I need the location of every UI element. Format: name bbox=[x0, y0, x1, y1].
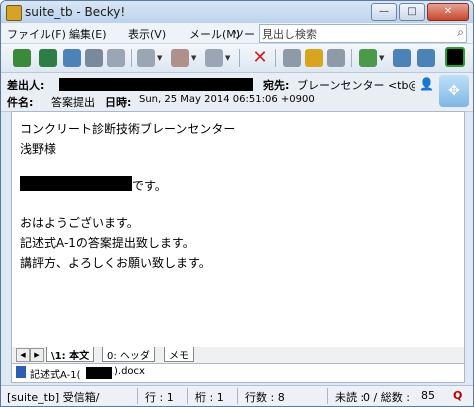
receive-icon[interactable] bbox=[63, 49, 81, 67]
minimize-button[interactable]: — bbox=[371, 3, 397, 21]
toolbar-separator bbox=[131, 49, 132, 67]
becky-app-icon bbox=[6, 5, 22, 21]
menu-tools[interactable]: ツー bbox=[233, 26, 255, 42]
delete-icon[interactable]: ✕ bbox=[251, 49, 269, 67]
redirect-icon[interactable] bbox=[205, 49, 223, 67]
status-lines-count: 行数 : 8 bbox=[245, 391, 285, 404]
print-icon[interactable] bbox=[85, 49, 103, 67]
check-mail-icon[interactable] bbox=[13, 49, 31, 67]
search-box[interactable]: 見出し検索 ⌕ bbox=[259, 24, 467, 43]
status-separator bbox=[137, 388, 138, 404]
redacted-name bbox=[20, 176, 132, 191]
status-bar: [suite_tb] 受信箱/ 行 : 1 桁 : 1 行数 : 8 未読 : … bbox=[1, 385, 473, 406]
menu-view[interactable]: 表示(V) bbox=[128, 26, 166, 42]
status-line: 行 : 1 bbox=[145, 391, 174, 404]
message-header: 差出人: 宛先: ブレーンセンター <tb@brain-c 👤 件名: 答案提出… bbox=[1, 73, 473, 112]
filter-icon[interactable] bbox=[327, 49, 345, 67]
status-separator bbox=[187, 388, 188, 404]
body-line: です。 bbox=[132, 179, 167, 193]
to-label: 宛先: bbox=[263, 79, 290, 92]
close-button[interactable]: ✕ bbox=[427, 3, 469, 21]
reply-dropdown-icon[interactable]: ▼ bbox=[157, 54, 162, 62]
status-q-icon[interactable]: Q bbox=[453, 389, 462, 402]
plugin-icon[interactable] bbox=[359, 49, 377, 67]
plugin-dropdown-icon[interactable]: ▼ bbox=[379, 54, 384, 62]
status-separator bbox=[327, 388, 328, 404]
add-contact-icon[interactable]: 👤 bbox=[419, 77, 434, 91]
body-line: 講評方、よろしくお願い致します。 bbox=[20, 256, 211, 270]
body-line: おはようございます。 bbox=[20, 216, 139, 230]
forward-icon[interactable] bbox=[171, 49, 189, 67]
redirect-dropdown-icon[interactable]: ▼ bbox=[225, 54, 230, 62]
network-icon[interactable] bbox=[417, 49, 435, 67]
subject-value: 答案提出 bbox=[51, 96, 95, 109]
attachment-suffix[interactable]: ).docx bbox=[114, 366, 145, 377]
attachment-prefix[interactable]: 記述式A-1( bbox=[30, 366, 81, 381]
status-unread-label: 未読 : bbox=[335, 391, 365, 404]
view-tabs: ◀ ▶ \1: 本文 0: ヘッダ メモ bbox=[11, 347, 465, 364]
from-label: 差出人: bbox=[7, 79, 45, 92]
edit-icon[interactable] bbox=[305, 49, 323, 67]
title-bar[interactable]: suite_tb - Becky! — □ ✕ bbox=[1, 1, 473, 23]
tab-header[interactable]: 0: ヘッダ bbox=[102, 347, 155, 362]
date-label: 日時: bbox=[105, 96, 132, 109]
search-input[interactable]: 見出し検索 bbox=[262, 26, 317, 42]
to-value: ブレーンセンター <tb@brain-c bbox=[297, 79, 415, 92]
compose-icon[interactable] bbox=[107, 49, 125, 67]
body-line: 浅野様 bbox=[20, 142, 57, 156]
menu-edit[interactable]: 編集(E) bbox=[69, 26, 107, 42]
window-title: suite_tb - Becky! bbox=[25, 5, 126, 19]
status-separator bbox=[237, 388, 238, 404]
main-window: suite_tb - Becky! — □ ✕ ファイル(F) 編集(E) 表示… bbox=[0, 0, 474, 407]
header-toggle-icon[interactable]: ✥ bbox=[439, 75, 469, 107]
search-icon[interactable]: ⌕ bbox=[457, 25, 464, 40]
toolbar-separator bbox=[239, 49, 240, 67]
toolbar-separator bbox=[275, 49, 276, 67]
toolbar: ▼ ▼ ▼ ✕ ▼ bbox=[1, 44, 473, 73]
tab-memo[interactable]: メモ bbox=[164, 347, 194, 362]
attachment-redacted bbox=[86, 367, 112, 379]
status-total: 85 bbox=[421, 389, 435, 402]
menu-bar: ファイル(F) 編集(E) 表示(V) メール(M) ツー 見出し検索 ⌕ bbox=[1, 23, 473, 44]
date-value: Sun, 25 May 2014 06:51:06 +0900 bbox=[139, 94, 315, 105]
body-line: コンクリート診断技術ブレーンセンター bbox=[20, 122, 236, 136]
maximize-button[interactable]: □ bbox=[399, 3, 425, 21]
word-doc-icon bbox=[16, 366, 26, 378]
tab-body[interactable]: \1: 本文 bbox=[46, 347, 95, 362]
toolbar-separator bbox=[351, 49, 352, 67]
address-book-icon[interactable] bbox=[283, 49, 301, 67]
from-redacted bbox=[59, 78, 253, 91]
attachment-bar: 記述式A-1( ).docx bbox=[11, 363, 465, 383]
status-icon[interactable] bbox=[445, 47, 465, 67]
tab-next-icon[interactable]: ▶ bbox=[30, 348, 44, 362]
reply-icon[interactable] bbox=[137, 49, 155, 67]
status-col: 桁 : 1 bbox=[195, 391, 224, 404]
message-body[interactable]: コンクリート診断技術ブレーンセンター 浅野様 です。 おはようございます。 記述… bbox=[11, 111, 465, 349]
tools-icon[interactable] bbox=[393, 49, 411, 67]
body-line: 記述式A-1の答案提出致します。 bbox=[20, 236, 195, 250]
status-unread-value: 0 / 総数 : bbox=[363, 391, 410, 404]
send-mail-icon[interactable] bbox=[39, 49, 57, 67]
menu-file[interactable]: ファイル(F) bbox=[7, 26, 66, 42]
status-folder: [suite_tb] 受信箱/ bbox=[7, 391, 100, 404]
forward-dropdown-icon[interactable]: ▼ bbox=[191, 54, 196, 62]
subject-label: 件名: bbox=[7, 96, 34, 109]
tab-prev-icon[interactable]: ◀ bbox=[16, 348, 30, 362]
